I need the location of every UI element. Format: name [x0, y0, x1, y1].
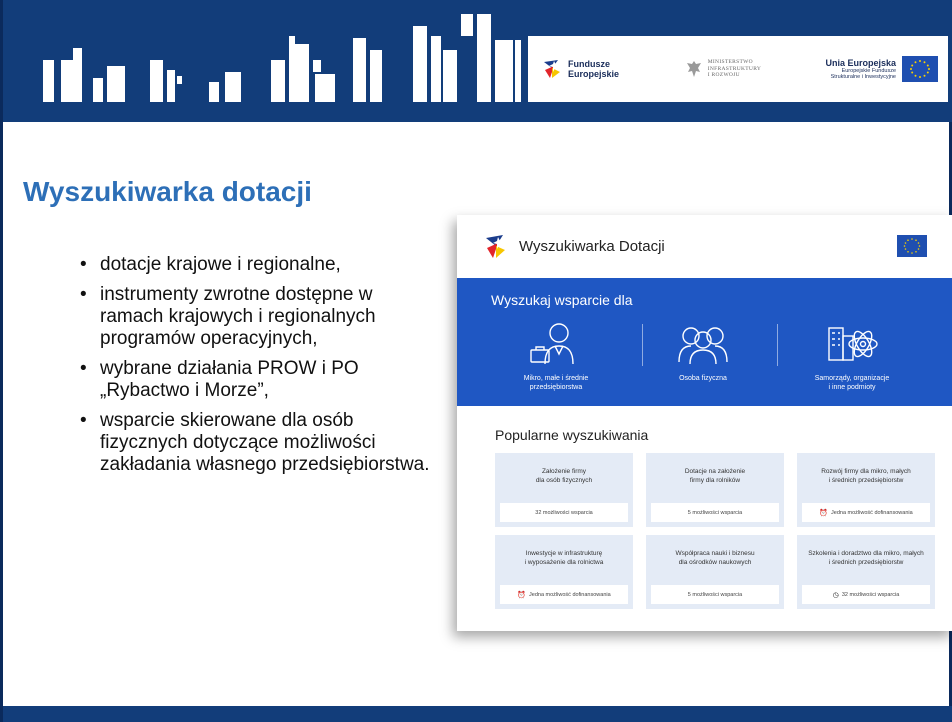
deco-block	[167, 70, 175, 102]
deco-block	[43, 60, 54, 102]
deco-block	[73, 48, 82, 62]
people-icon	[678, 327, 728, 365]
fundusze-star-icon	[542, 58, 562, 80]
card-footer: Jedna możliwość dofinansowania	[831, 509, 913, 516]
ministerstwo-logo: MINISTERSTWO INFRASTRUKTURY I ROZWOJU	[686, 59, 778, 79]
category-label: Samorządy, organizacje	[814, 375, 890, 382]
deco-block	[150, 60, 163, 102]
deco-block	[495, 40, 513, 102]
deco-block	[431, 36, 441, 102]
deco-block	[313, 60, 321, 72]
popular-card[interactable]: Rozwój firmy dla mikro, małych i średnic…	[797, 453, 935, 527]
search-heading: Wyszukaj wsparcie dla	[491, 292, 633, 308]
popular-card[interactable]: Założenie firmy dla osób fizycznych 32 m…	[495, 453, 633, 527]
businessperson-icon	[530, 323, 574, 365]
bullet-item: instrumenty zwrotne dostępne w ramach kr…	[76, 284, 436, 350]
unia-europejska-logo: Unia Europejska Europejskie Fundusze Str…	[825, 56, 938, 82]
screenshot-app-title: Wyszukiwarka Dotacji	[519, 238, 665, 255]
search-panel: Wyszukaj wsparcie dla Mikro, małe i śred…	[457, 278, 952, 406]
deco-block	[93, 78, 103, 102]
category-msp[interactable]: Mikro, małe i średnie przedsiębiorstwa	[481, 320, 631, 392]
fundusze-star-icon	[486, 234, 505, 258]
deco-block	[107, 66, 125, 102]
deco-block	[477, 14, 491, 102]
category-samorzady[interactable]: Samorządy, organizacje i inne podmioty	[777, 320, 927, 392]
bullet-list: dotacje krajowe i regionalne, instrument…	[76, 254, 436, 484]
alarm-icon: ⏰	[819, 509, 829, 517]
card-line1: Dotacje na założenie	[684, 468, 746, 475]
city-atom-icon	[828, 327, 878, 361]
card-line1: Rozwój firmy dla mikro, małych	[821, 468, 911, 475]
logos-bar: Fundusze Europejskie MINISTERSTWO INFRAS…	[528, 36, 948, 102]
fundusze-europejskie-logo: Fundusze Europejskie	[542, 58, 638, 80]
category-osoba-fizyczna[interactable]: Osoba fizyczna	[628, 320, 778, 383]
category-label: Mikro, małe i średnie	[523, 375, 589, 382]
deco-block	[353, 38, 366, 102]
bullet-item: wsparcie skierowane dla osób fizycznych …	[76, 410, 436, 476]
popular-card[interactable]: Szkolenia i doradztwo dla mikro, małych …	[797, 535, 935, 609]
deco-block	[209, 82, 219, 102]
screenshot-eu-flag-icon	[897, 235, 927, 257]
alarm-icon: ⏰	[517, 591, 527, 599]
header-band: Fundusze Europejskie MINISTERSTWO INFRAS…	[3, 0, 952, 122]
deco-block	[315, 74, 335, 102]
deco-block	[461, 14, 473, 36]
fundusze-line1: Fundusze	[568, 59, 610, 69]
website-screenshot: Wyszukiwarka Dotacji Wyszukaj wsparcie d…	[457, 215, 952, 631]
card-footer: 32 możliwości wsparcia	[841, 591, 900, 598]
bullet-item: dotacje krajowe i regionalne,	[76, 254, 436, 276]
slide-title: Wyszukiwarka dotacji	[23, 176, 312, 207]
card-line1: Współpraca nauki i biznesu	[675, 550, 755, 557]
card-footer: 32 możliwości wsparcia	[535, 509, 593, 516]
card-line1: Szkolenia i doradztwo dla mikro, małych	[808, 550, 924, 557]
card-footer: Jedna możliwość dofinansowania	[529, 591, 611, 598]
deco-block	[370, 50, 382, 102]
deco-block	[177, 76, 182, 84]
card-line2: dla osób fizycznych	[535, 477, 593, 484]
bullet-item: wybrane działania PROW i PO „Rybactwo i …	[76, 358, 436, 402]
popular-heading: Popularne wyszukiwania	[495, 427, 649, 443]
card-line2: dla ośrodków naukowych	[678, 559, 752, 566]
card-line2: i wyposażenie dla rolnictwa	[524, 559, 604, 566]
category-label: Osoba fizyczna	[679, 375, 727, 382]
unia-sub2: Strukturalne i Inwestycyjne	[830, 74, 896, 80]
card-line2: i średnich przedsiębiorstw	[828, 477, 904, 484]
category-label: i inne podmioty	[828, 384, 876, 391]
deco-block	[289, 44, 309, 102]
card-line1: Inwestycje w infrastrukturę	[525, 550, 603, 557]
card-line2: firmy dla rolników	[689, 477, 741, 484]
footer-band	[3, 706, 952, 722]
deco-block	[413, 26, 427, 102]
fundusze-line2: Europejskie	[568, 69, 620, 79]
deco-block	[271, 60, 285, 102]
deco-block	[443, 50, 457, 102]
card-footer: 5 możliwości wsparcia	[687, 591, 743, 598]
deco-block	[515, 40, 521, 102]
clock-icon: ◷	[832, 591, 839, 599]
card-footer: 5 możliwości wsparcia	[687, 509, 743, 516]
eu-flag-icon	[902, 56, 938, 82]
deco-block	[289, 36, 295, 46]
eagle-emblem-icon	[686, 61, 701, 77]
ministerstwo-line3: I ROZWOJU	[707, 72, 740, 79]
popular-card[interactable]: Dotacje na założenie firmy dla rolników …	[646, 453, 784, 527]
slide: Fundusze Europejskie MINISTERSTWO INFRAS…	[0, 0, 952, 722]
deco-block	[225, 72, 241, 102]
card-line1: Założenie firmy	[541, 468, 587, 475]
card-line2: i średnich przedsiębiorstw	[828, 559, 904, 566]
popular-card[interactable]: Współpraca nauki i biznesu dla ośrodków …	[646, 535, 784, 609]
unia-title: Unia Europejska	[825, 57, 896, 68]
screenshot-header: Wyszukiwarka Dotacji	[457, 215, 952, 278]
deco-block	[61, 60, 82, 102]
popular-card[interactable]: Inwestycje w infrastrukturę i wyposażeni…	[495, 535, 633, 609]
category-label: przedsiębiorstwa	[529, 384, 583, 391]
